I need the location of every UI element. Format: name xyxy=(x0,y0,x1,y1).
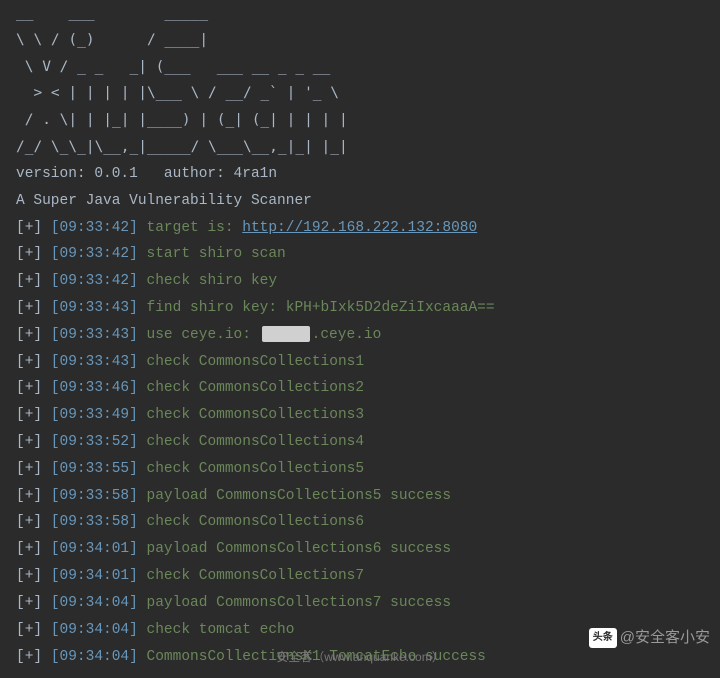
log-message: check CommonsCollections3 xyxy=(147,407,365,423)
log-line: [+] [09:34:04] check tomcat echo xyxy=(16,617,704,644)
log-line: [+] [09:33:42] target is: http://192.168… xyxy=(16,215,704,242)
log-prefix: [+] xyxy=(16,649,51,665)
log-timestamp: [09:33:46] xyxy=(51,380,147,396)
log-message: payload CommonsCollections6 success xyxy=(147,541,452,557)
log-prefix: [+] xyxy=(16,568,51,584)
log-message: CommonsCollectionsK1 TomcatEcho success xyxy=(147,649,486,665)
log-line: [+] [09:33:52] check CommonsCollections4 xyxy=(16,429,704,456)
log-line: [+] [09:33:43] check CommonsCollections1 xyxy=(16,349,704,376)
log-timestamp: [09:33:52] xyxy=(51,434,147,450)
log-timestamp: [09:33:58] xyxy=(51,488,147,504)
log-message: check CommonsCollections4 xyxy=(147,434,365,450)
log-line: [+] [09:34:01] payload CommonsCollection… xyxy=(16,536,704,563)
log-prefix: [+] xyxy=(16,300,51,316)
log-prefix: [+] xyxy=(16,407,51,423)
log-line: [+] [09:33:43] find shiro key: kPH+bIxk5… xyxy=(16,295,704,322)
log-message: target is: xyxy=(147,220,243,236)
log-message: check CommonsCollections1 xyxy=(147,354,365,370)
log-message: check tomcat echo xyxy=(147,622,295,638)
log-output: [+] [09:33:42] target is: http://192.168… xyxy=(16,215,704,671)
log-prefix: [+] xyxy=(16,622,51,638)
log-line: [+] [09:34:01] check CommonsCollections7 xyxy=(16,563,704,590)
log-message: find shiro key: kPH+bIxk5D2deZiIxcaaaA== xyxy=(147,300,495,316)
log-prefix: [+] xyxy=(16,380,51,396)
log-line: [+] [09:33:58] payload CommonsCollection… xyxy=(16,483,704,510)
log-message: payload CommonsCollections5 success xyxy=(147,488,452,504)
log-timestamp: [09:33:43] xyxy=(51,327,147,343)
log-line: [+] [09:33:42] start shiro scan xyxy=(16,241,704,268)
target-url-link[interactable]: http://192.168.222.132:8080 xyxy=(242,220,477,236)
log-line: [+] [09:33:46] check CommonsCollections2 xyxy=(16,375,704,402)
log-line: [+] [09:34:04] payload CommonsCollection… xyxy=(16,590,704,617)
log-line: [+] [09:33:55] check CommonsCollections5 xyxy=(16,456,704,483)
log-timestamp: [09:34:04] xyxy=(51,649,147,665)
log-timestamp: [09:33:49] xyxy=(51,407,147,423)
log-prefix: [+] xyxy=(16,595,51,611)
log-prefix: [+] xyxy=(16,434,51,450)
log-timestamp: [09:34:04] xyxy=(51,595,147,611)
log-line: [+] [09:34:04] CommonsCollectionsK1 Tomc… xyxy=(16,644,704,671)
log-prefix: [+] xyxy=(16,246,51,262)
log-message: .ceye.io xyxy=(312,327,382,343)
log-message: check CommonsCollections6 xyxy=(147,514,365,530)
log-message: check CommonsCollections5 xyxy=(147,461,365,477)
log-timestamp: [09:34:04] xyxy=(51,622,147,638)
version-line: version: 0.0.1 author: 4ra1n xyxy=(16,161,704,188)
log-prefix: [+] xyxy=(16,488,51,504)
log-timestamp: [09:33:43] xyxy=(51,354,147,370)
log-message: check CommonsCollections2 xyxy=(147,380,365,396)
log-timestamp: [09:34:01] xyxy=(51,541,147,557)
log-timestamp: [09:33:43] xyxy=(51,300,147,316)
log-line: [+] [09:33:43] use ceye.io: .ceye.io xyxy=(16,322,704,349)
log-timestamp: [09:33:42] xyxy=(51,220,147,236)
log-timestamp: [09:34:01] xyxy=(51,568,147,584)
log-prefix: [+] xyxy=(16,514,51,530)
log-message: use ceye.io: xyxy=(147,327,260,343)
log-prefix: [+] xyxy=(16,354,51,370)
log-message: check shiro key xyxy=(147,273,278,289)
log-prefix: [+] xyxy=(16,327,51,343)
log-timestamp: [09:33:55] xyxy=(51,461,147,477)
log-timestamp: [09:33:42] xyxy=(51,246,147,262)
log-line: [+] [09:33:42] check shiro key xyxy=(16,268,704,295)
log-prefix: [+] xyxy=(16,220,51,236)
log-timestamp: [09:33:58] xyxy=(51,514,147,530)
log-message: start shiro scan xyxy=(147,246,286,262)
log-prefix: [+] xyxy=(16,541,51,557)
subtitle-line: A Super Java Vulnerability Scanner xyxy=(16,188,704,215)
log-prefix: [+] xyxy=(16,273,51,289)
log-timestamp: [09:33:42] xyxy=(51,273,147,289)
log-line: [+] [09:33:58] check CommonsCollections6 xyxy=(16,509,704,536)
log-line: [+] [09:33:49] check CommonsCollections3 xyxy=(16,402,704,429)
redacted-text xyxy=(262,326,310,342)
log-prefix: [+] xyxy=(16,461,51,477)
log-message: payload CommonsCollections7 success xyxy=(147,595,452,611)
log-message: check CommonsCollections7 xyxy=(147,568,365,584)
ascii-banner: __ ___ _____ \ \ / (_) / ____| \ V / _ _… xyxy=(16,0,704,161)
